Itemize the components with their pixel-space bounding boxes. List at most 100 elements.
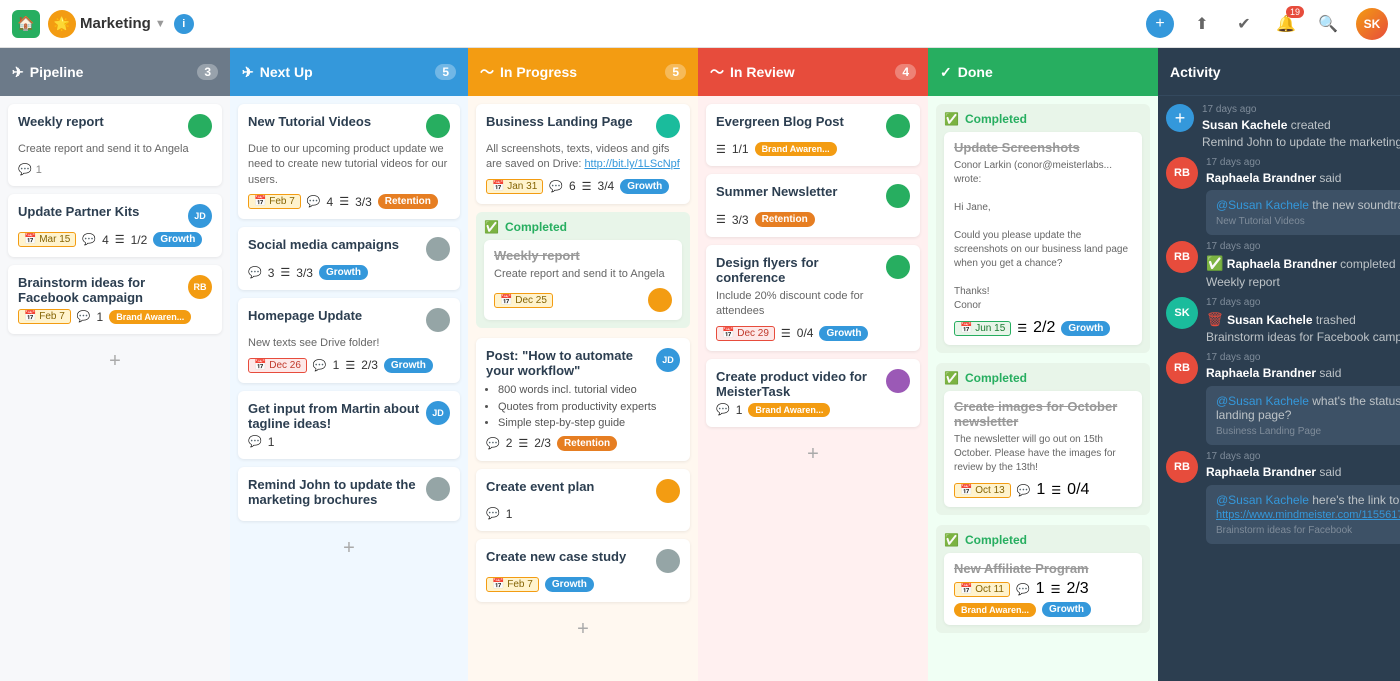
add-button[interactable]: + xyxy=(1146,10,1174,38)
comment-count: 2 xyxy=(506,436,513,450)
task-count: 3/3 xyxy=(732,213,749,227)
card-title: Create product video for MeisterTask xyxy=(716,369,882,399)
card-summer-newsletter: Summer Newsletter ☰3/3 Retention xyxy=(706,174,920,237)
card-link[interactable]: http://bit.ly/1LScNpf xyxy=(584,158,679,170)
user-avatar[interactable]: SK xyxy=(1356,8,1388,40)
activity-text: Susan Kachele created Remind John to upd… xyxy=(1202,117,1400,151)
inprogress-header: 〜 In Progress 5 xyxy=(468,48,698,96)
check-circle-icon: ✅ xyxy=(944,112,959,126)
brand-name[interactable]: 🌟 Marketing ▼ xyxy=(48,10,166,38)
column-inreview: 〜 In Review 4 Evergreen Blog Post ☰1/1 B… xyxy=(698,48,928,681)
activity-panel: Activity ⚡ ☰ ⊞ + 17 days ago Susan Kache… xyxy=(1158,48,1400,681)
card-title: Update Partner Kits xyxy=(18,204,184,219)
completed-title: New Affiliate Program xyxy=(954,561,1132,576)
date-chip: 📅 Dec 26 xyxy=(248,358,307,373)
completed-header-3: ✅ Completed xyxy=(944,533,1142,547)
completed-label-1: Completed xyxy=(965,112,1027,126)
task-icon: ☰ xyxy=(280,266,290,279)
completed-title: Weekly report xyxy=(494,248,672,263)
task-count: 3/3 xyxy=(296,266,313,280)
card-title: New Tutorial Videos xyxy=(248,114,422,129)
tag-brand: Brand Awaren... xyxy=(109,310,191,324)
comment-count: 1 xyxy=(268,435,275,449)
activity-time: 17 days ago xyxy=(1206,157,1400,168)
card-footer: 📅 Oct 13 💬1 ☰0/4 xyxy=(954,481,1132,499)
card-meta: 💬 1 xyxy=(18,163,212,176)
activity-text: ✅ Raphaela Brandner completed Weekly rep… xyxy=(1206,254,1400,290)
completed-section: ✅ Completed Weekly report Create report … xyxy=(476,212,690,328)
card-footer: 💬1 xyxy=(486,507,680,521)
comment-count: 4 xyxy=(102,233,109,247)
activity-time: 17 days ago xyxy=(1206,352,1400,363)
activity-add-btn[interactable]: + xyxy=(1166,104,1194,132)
completed-title: Update Screenshots xyxy=(954,140,1132,155)
check-circle-icon: ✅ xyxy=(944,371,959,385)
activity-content: 17 days ago ✅ Raphaela Brandner complete… xyxy=(1206,241,1400,290)
home-icon[interactable]: 🏠 xyxy=(12,10,40,38)
activity-actor: Raphaela Brandner xyxy=(1206,171,1316,185)
inprogress-body: Business Landing Page All screenshots, t… xyxy=(468,96,698,681)
completed-header: ✅ Completed xyxy=(484,220,682,234)
trash-icon: 🗑 xyxy=(1206,311,1224,327)
info-icon[interactable]: i xyxy=(174,14,194,34)
activity-content: 17 days ago Raphaela Brandner said @Susa… xyxy=(1206,157,1400,236)
task-icon: ☰ xyxy=(1051,484,1061,497)
check-icon[interactable]: ✔ xyxy=(1230,10,1258,38)
tag-growth: Growth xyxy=(1042,602,1091,617)
activity-text: Raphaela Brandner said xyxy=(1206,365,1400,382)
card-title: Weekly report xyxy=(18,114,184,129)
task-count: 2/3 xyxy=(1066,580,1088,598)
card-remind-john: Remind John to update the marketing broc… xyxy=(238,467,460,521)
date-chip: 📅 Dec 29 xyxy=(716,326,775,341)
card-avatar: JD xyxy=(188,204,212,228)
add-inprogress-card[interactable]: + xyxy=(573,614,593,645)
card-title: Get input from Martin about tagline idea… xyxy=(248,401,422,431)
completed-card-screenshots: Update Screenshots Conor Larkin (conor@m… xyxy=(944,132,1142,345)
card-footer: 💬1 xyxy=(248,435,450,449)
pipeline-body: Weekly report Create report and send it … xyxy=(0,96,230,681)
activity-link[interactable]: https://www.mindmeister.com/11556178?t=Z… xyxy=(1216,509,1400,521)
pipeline-icon: ✈ xyxy=(12,64,24,81)
inreview-count: 4 xyxy=(895,64,916,80)
card-avatar xyxy=(426,237,450,261)
done-header: ✓ Done xyxy=(928,48,1158,96)
add-pipeline-card[interactable]: + xyxy=(105,346,125,377)
inreview-label: In Review xyxy=(730,64,795,80)
tag-retention: Retention xyxy=(755,212,815,227)
inprogress-label: In Progress xyxy=(500,64,577,80)
add-inreview-card[interactable]: + xyxy=(803,439,823,470)
activity-actor: Susan Kachele xyxy=(1202,118,1287,132)
date-chip: 📅 Oct 11 xyxy=(954,582,1010,597)
notifications-button[interactable]: 🔔 19 xyxy=(1272,10,1300,38)
search-icon[interactable]: 🔍 xyxy=(1314,10,1342,38)
card-avatar xyxy=(886,184,910,208)
tag-growth: Growth xyxy=(1061,321,1110,336)
task-count: 3/4 xyxy=(598,179,615,193)
card-brainstorm: Brainstorm ideas for Facebook campaign R… xyxy=(8,265,222,334)
card-footer: 📅 Feb 7 Growth xyxy=(486,577,680,592)
card-desc: All screenshots, texts, videos and gifs … xyxy=(486,142,680,173)
comment-icon: 💬 xyxy=(486,507,500,520)
task-count: 1/2 xyxy=(131,233,148,247)
card-bullets: 800 words incl. tutorial video Quotes fr… xyxy=(498,382,680,432)
activity-bubble: @Susan Kachele what's the status of the … xyxy=(1206,386,1400,445)
task-count: 0/4 xyxy=(1067,481,1089,499)
comment-count: 1 xyxy=(736,403,743,417)
date-chip: 📅 Feb 7 xyxy=(486,577,539,592)
activity-time: 17 days ago xyxy=(1206,297,1400,308)
mention: @Susan Kachele xyxy=(1216,493,1309,507)
completed-label-3: Completed xyxy=(965,533,1027,547)
card-event-plan: Create event plan 💬1 xyxy=(476,469,690,531)
card-avatar xyxy=(656,114,680,138)
completed-card-images: Create images for October newsletter The… xyxy=(944,391,1142,507)
comment-icon: 💬 xyxy=(716,403,730,416)
upload-icon[interactable]: ⬆ xyxy=(1188,10,1216,38)
activity-item: + 17 days ago Susan Kachele created Remi… xyxy=(1166,104,1400,151)
activity-item: RB 17 days ago Raphaela Brandner said @S… xyxy=(1166,352,1400,445)
card-desc: Create report and send it to Angela xyxy=(494,267,672,282)
completed-card-affiliate: New Affiliate Program 📅 Oct 11 💬1 ☰2/3 B… xyxy=(944,553,1142,625)
add-nextup-card[interactable]: + xyxy=(339,533,359,564)
completed-card-weekly: Weekly report Create report and send it … xyxy=(484,240,682,320)
activity-content: 17 days ago Susan Kachele created Remind… xyxy=(1202,104,1400,151)
card-title: Post: "How to automate your workflow" xyxy=(486,348,652,378)
